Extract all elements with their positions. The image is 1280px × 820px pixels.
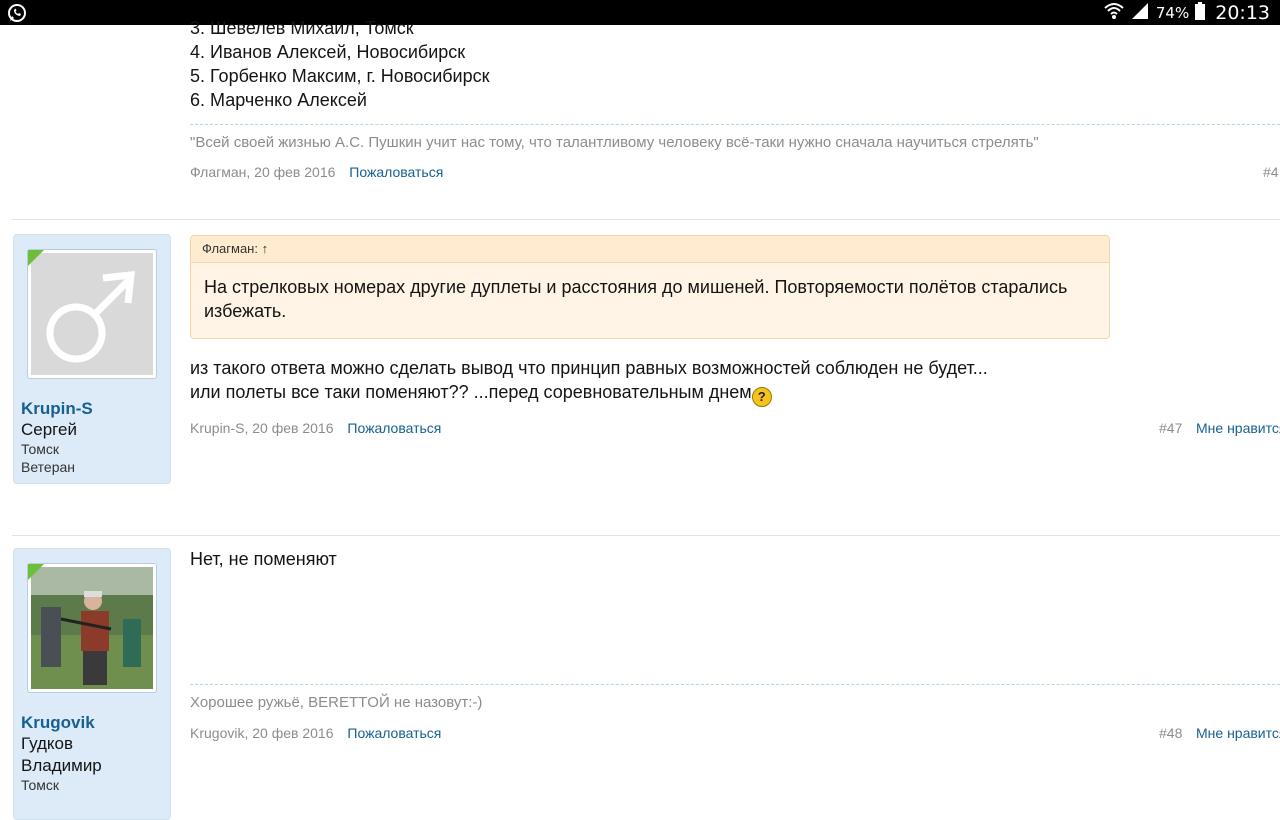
post-author-date[interactable]: Флагман, 20 фев 2016 <box>190 164 335 180</box>
quote-block: Флагман: ↑ На стрелковых номерах другие … <box>190 235 1110 339</box>
list-item: 5. Горбенко Максим, г. Новосибирск <box>190 66 490 86</box>
username[interactable]: Krugovik <box>21 713 95 733</box>
like-link[interactable]: Мне нравится <box>1196 420 1280 436</box>
post-meta: Krugovik, 20 фев 2016 Пожаловаться <box>190 725 441 741</box>
user-rank: Ветеран <box>21 459 76 475</box>
battery-icon <box>1195 1 1206 24</box>
whatsapp-icon <box>7 3 27 27</box>
user-real-name: Гудков <box>21 734 74 753</box>
post-divider <box>12 535 1280 536</box>
post-text: Нет, не поменяют <box>190 549 337 569</box>
online-corner-badge <box>28 250 44 266</box>
report-link[interactable]: Пожаловаться <box>347 420 441 436</box>
user-real-name: Сергей <box>21 420 77 439</box>
signature-separator <box>190 684 1280 685</box>
clock: 20:13 <box>1215 1 1270 24</box>
post-meta: Флагман, 20 фев 2016 Пожаловаться <box>190 164 443 180</box>
post-text: или полеты все таки поменяют?? ...перед … <box>190 382 752 402</box>
user-city: Томск <box>21 777 59 793</box>
online-corner-badge <box>28 564 44 580</box>
quote-author[interactable]: Флагман: ↑ <box>191 236 1109 263</box>
male-symbol-icon <box>31 253 153 375</box>
post-meta: Krupin-S, 20 фев 2016 Пожаловаться <box>190 420 441 436</box>
avatar[interactable] <box>27 563 157 693</box>
post-text-line: из такого ответа можно сделать вывод что… <box>190 358 988 378</box>
list-item: 3. Шевелев Михаил, Томск <box>190 18 414 38</box>
user-info-card: Krugovik Гудков Владимир Томск <box>13 548 171 820</box>
report-link[interactable]: Пожаловаться <box>347 725 441 741</box>
post-text-line: или полеты все таки поменяют?? ...перед … <box>190 382 772 407</box>
username[interactable]: Krupin-S <box>21 399 93 419</box>
quote-text: На стрелковых номерах другие дуплеты и р… <box>204 277 1068 321</box>
post-number[interactable]: #4 <box>1263 164 1279 180</box>
post-author-date[interactable]: Krupin-S, 20 фев 2016 <box>190 420 334 436</box>
list-item: 6. Марченко Алексей <box>190 90 367 110</box>
avatar[interactable] <box>27 249 157 379</box>
user-photo <box>31 567 153 689</box>
signature: Хорошее ружьё, BERETTОЙ не назовут:-) <box>190 694 483 711</box>
user-info-card: Krupin-S Сергей Томск Ветеран <box>13 234 171 484</box>
user-real-name: Владимир <box>21 756 102 775</box>
post-divider <box>12 219 1280 220</box>
list-item: 4. Иванов Алексей, Новосибирск <box>190 42 466 62</box>
post-number[interactable]: #48 <box>1159 725 1182 741</box>
post-author-date[interactable]: Krugovik, 20 фев 2016 <box>190 725 334 741</box>
question-smiley-icon: ? <box>751 387 772 407</box>
battery-percent: 74% <box>1155 3 1190 22</box>
wifi-icon <box>1104 2 1124 24</box>
signature: "Всей своей жизнью А.С. Пушкин учит нас … <box>190 134 1039 151</box>
post-number[interactable]: #47 <box>1159 420 1182 436</box>
user-city: Томск <box>21 441 59 457</box>
signature-separator <box>190 124 1280 125</box>
like-link[interactable]: Мне нравится <box>1196 725 1280 741</box>
report-link[interactable]: Пожаловаться <box>349 164 443 180</box>
signal-icon <box>1130 2 1150 24</box>
